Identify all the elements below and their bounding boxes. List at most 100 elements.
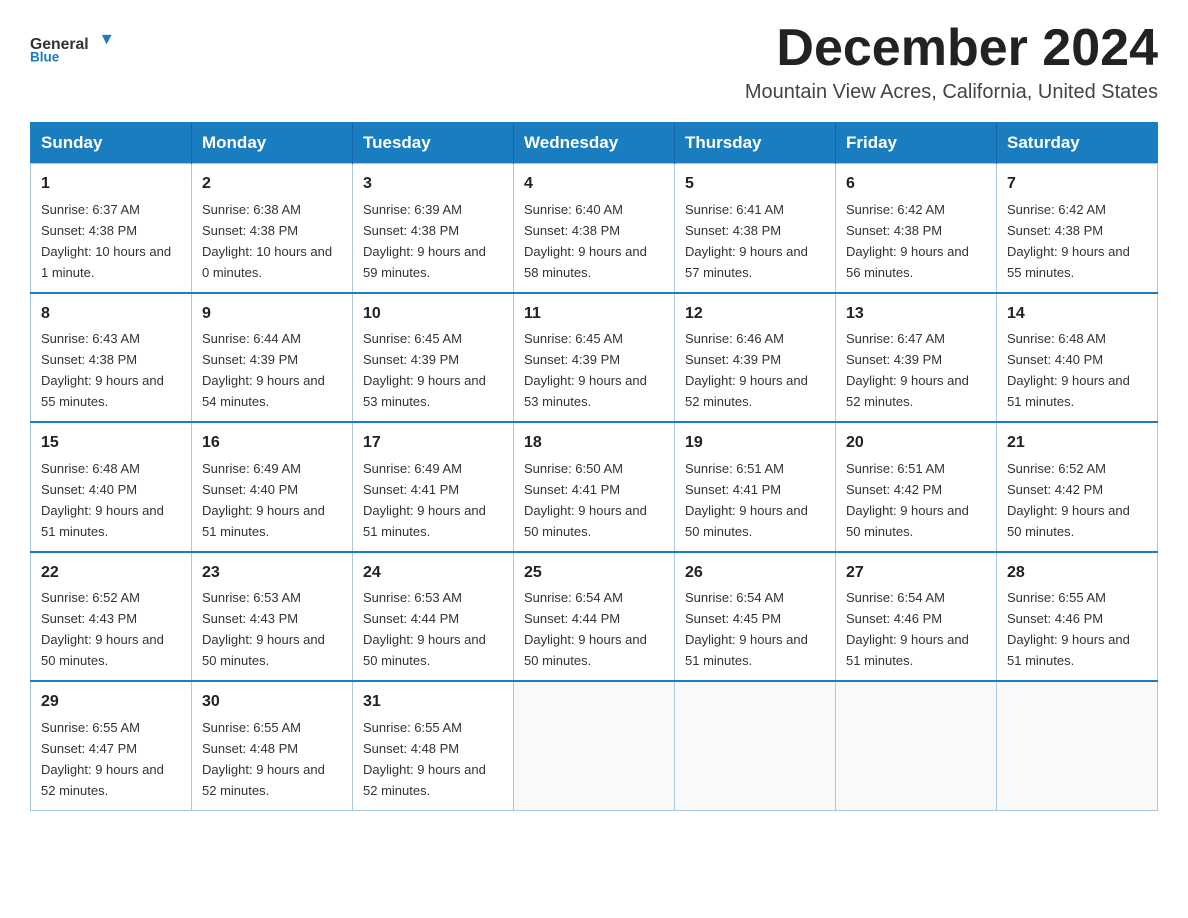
table-row: 3 Sunrise: 6:39 AMSunset: 4:38 PMDayligh… (353, 164, 514, 293)
table-row: 20 Sunrise: 6:51 AMSunset: 4:42 PMDaylig… (836, 422, 997, 551)
table-row: 28 Sunrise: 6:55 AMSunset: 4:46 PMDaylig… (997, 552, 1158, 681)
col-tuesday: Tuesday (353, 123, 514, 164)
table-row: 7 Sunrise: 6:42 AMSunset: 4:38 PMDayligh… (997, 164, 1158, 293)
day-info: Sunrise: 6:55 AMSunset: 4:46 PMDaylight:… (1007, 590, 1130, 668)
header-row: Sunday Monday Tuesday Wednesday Thursday… (31, 123, 1158, 164)
day-info: Sunrise: 6:47 AMSunset: 4:39 PMDaylight:… (846, 331, 969, 409)
day-number: 23 (202, 561, 342, 586)
calendar-week-row: 15 Sunrise: 6:48 AMSunset: 4:40 PMDaylig… (31, 422, 1158, 551)
table-row: 9 Sunrise: 6:44 AMSunset: 4:39 PMDayligh… (192, 293, 353, 422)
day-info: Sunrise: 6:50 AMSunset: 4:41 PMDaylight:… (524, 461, 647, 539)
title-area: December 2024 Mountain View Acres, Calif… (745, 20, 1158, 104)
day-number: 3 (363, 172, 503, 197)
day-number: 15 (41, 431, 181, 456)
day-number: 21 (1007, 431, 1147, 456)
day-info: Sunrise: 6:53 AMSunset: 4:43 PMDaylight:… (202, 590, 325, 668)
day-number: 1 (41, 172, 181, 197)
day-number: 24 (363, 561, 503, 586)
calendar-title: December 2024 (745, 20, 1158, 77)
day-number: 8 (41, 302, 181, 327)
day-info: Sunrise: 6:45 AMSunset: 4:39 PMDaylight:… (363, 331, 486, 409)
day-info: Sunrise: 6:39 AMSunset: 4:38 PMDaylight:… (363, 202, 486, 280)
day-info: Sunrise: 6:54 AMSunset: 4:46 PMDaylight:… (846, 590, 969, 668)
day-info: Sunrise: 6:46 AMSunset: 4:39 PMDaylight:… (685, 331, 808, 409)
day-info: Sunrise: 6:43 AMSunset: 4:38 PMDaylight:… (41, 331, 164, 409)
calendar-week-row: 22 Sunrise: 6:52 AMSunset: 4:43 PMDaylig… (31, 552, 1158, 681)
day-number: 26 (685, 561, 825, 586)
day-number: 5 (685, 172, 825, 197)
table-row: 12 Sunrise: 6:46 AMSunset: 4:39 PMDaylig… (675, 293, 836, 422)
svg-text:Blue: Blue (30, 49, 60, 64)
day-number: 14 (1007, 302, 1147, 327)
day-number: 22 (41, 561, 181, 586)
table-row: 29 Sunrise: 6:55 AMSunset: 4:47 PMDaylig… (31, 681, 192, 810)
day-number: 4 (524, 172, 664, 197)
day-number: 6 (846, 172, 986, 197)
day-number: 13 (846, 302, 986, 327)
day-info: Sunrise: 6:52 AMSunset: 4:43 PMDaylight:… (41, 590, 164, 668)
table-row: 16 Sunrise: 6:49 AMSunset: 4:40 PMDaylig… (192, 422, 353, 551)
day-number: 11 (524, 302, 664, 327)
day-number: 7 (1007, 172, 1147, 197)
table-row (514, 681, 675, 810)
day-number: 20 (846, 431, 986, 456)
day-number: 30 (202, 690, 342, 715)
calendar-week-row: 1 Sunrise: 6:37 AMSunset: 4:38 PMDayligh… (31, 164, 1158, 293)
day-info: Sunrise: 6:42 AMSunset: 4:38 PMDaylight:… (1007, 202, 1130, 280)
day-number: 9 (202, 302, 342, 327)
table-row: 13 Sunrise: 6:47 AMSunset: 4:39 PMDaylig… (836, 293, 997, 422)
table-row: 23 Sunrise: 6:53 AMSunset: 4:43 PMDaylig… (192, 552, 353, 681)
col-sunday: Sunday (31, 123, 192, 164)
calendar-week-row: 8 Sunrise: 6:43 AMSunset: 4:38 PMDayligh… (31, 293, 1158, 422)
table-row: 4 Sunrise: 6:40 AMSunset: 4:38 PMDayligh… (514, 164, 675, 293)
day-info: Sunrise: 6:55 AMSunset: 4:47 PMDaylight:… (41, 720, 164, 798)
day-info: Sunrise: 6:37 AMSunset: 4:38 PMDaylight:… (41, 202, 171, 280)
day-number: 25 (524, 561, 664, 586)
col-thursday: Thursday (675, 123, 836, 164)
table-row (997, 681, 1158, 810)
day-info: Sunrise: 6:51 AMSunset: 4:42 PMDaylight:… (846, 461, 969, 539)
day-number: 29 (41, 690, 181, 715)
table-row: 30 Sunrise: 6:55 AMSunset: 4:48 PMDaylig… (192, 681, 353, 810)
table-row: 14 Sunrise: 6:48 AMSunset: 4:40 PMDaylig… (997, 293, 1158, 422)
table-row (675, 681, 836, 810)
col-friday: Friday (836, 123, 997, 164)
table-row: 31 Sunrise: 6:55 AMSunset: 4:48 PMDaylig… (353, 681, 514, 810)
day-info: Sunrise: 6:45 AMSunset: 4:39 PMDaylight:… (524, 331, 647, 409)
day-number: 2 (202, 172, 342, 197)
day-number: 19 (685, 431, 825, 456)
col-wednesday: Wednesday (514, 123, 675, 164)
table-row: 19 Sunrise: 6:51 AMSunset: 4:41 PMDaylig… (675, 422, 836, 551)
table-row: 1 Sunrise: 6:37 AMSunset: 4:38 PMDayligh… (31, 164, 192, 293)
col-saturday: Saturday (997, 123, 1158, 164)
day-info: Sunrise: 6:49 AMSunset: 4:41 PMDaylight:… (363, 461, 486, 539)
table-row: 18 Sunrise: 6:50 AMSunset: 4:41 PMDaylig… (514, 422, 675, 551)
table-row: 6 Sunrise: 6:42 AMSunset: 4:38 PMDayligh… (836, 164, 997, 293)
day-info: Sunrise: 6:51 AMSunset: 4:41 PMDaylight:… (685, 461, 808, 539)
day-info: Sunrise: 6:48 AMSunset: 4:40 PMDaylight:… (41, 461, 164, 539)
day-info: Sunrise: 6:44 AMSunset: 4:39 PMDaylight:… (202, 331, 325, 409)
day-info: Sunrise: 6:48 AMSunset: 4:40 PMDaylight:… (1007, 331, 1130, 409)
header: General Blue December 2024 Mountain View… (30, 20, 1158, 104)
day-info: Sunrise: 6:54 AMSunset: 4:45 PMDaylight:… (685, 590, 808, 668)
table-row: 26 Sunrise: 6:54 AMSunset: 4:45 PMDaylig… (675, 552, 836, 681)
table-row: 5 Sunrise: 6:41 AMSunset: 4:38 PMDayligh… (675, 164, 836, 293)
logo: General Blue (30, 20, 120, 75)
table-row (836, 681, 997, 810)
day-info: Sunrise: 6:40 AMSunset: 4:38 PMDaylight:… (524, 202, 647, 280)
day-info: Sunrise: 6:55 AMSunset: 4:48 PMDaylight:… (202, 720, 325, 798)
table-row: 11 Sunrise: 6:45 AMSunset: 4:39 PMDaylig… (514, 293, 675, 422)
table-row: 8 Sunrise: 6:43 AMSunset: 4:38 PMDayligh… (31, 293, 192, 422)
table-row: 27 Sunrise: 6:54 AMSunset: 4:46 PMDaylig… (836, 552, 997, 681)
table-row: 2 Sunrise: 6:38 AMSunset: 4:38 PMDayligh… (192, 164, 353, 293)
day-info: Sunrise: 6:38 AMSunset: 4:38 PMDaylight:… (202, 202, 332, 280)
calendar-week-row: 29 Sunrise: 6:55 AMSunset: 4:47 PMDaylig… (31, 681, 1158, 810)
day-number: 16 (202, 431, 342, 456)
day-number: 12 (685, 302, 825, 327)
day-number: 27 (846, 561, 986, 586)
day-info: Sunrise: 6:55 AMSunset: 4:48 PMDaylight:… (363, 720, 486, 798)
day-number: 31 (363, 690, 503, 715)
table-row: 15 Sunrise: 6:48 AMSunset: 4:40 PMDaylig… (31, 422, 192, 551)
table-row: 25 Sunrise: 6:54 AMSunset: 4:44 PMDaylig… (514, 552, 675, 681)
calendar-subtitle: Mountain View Acres, California, United … (745, 81, 1158, 104)
